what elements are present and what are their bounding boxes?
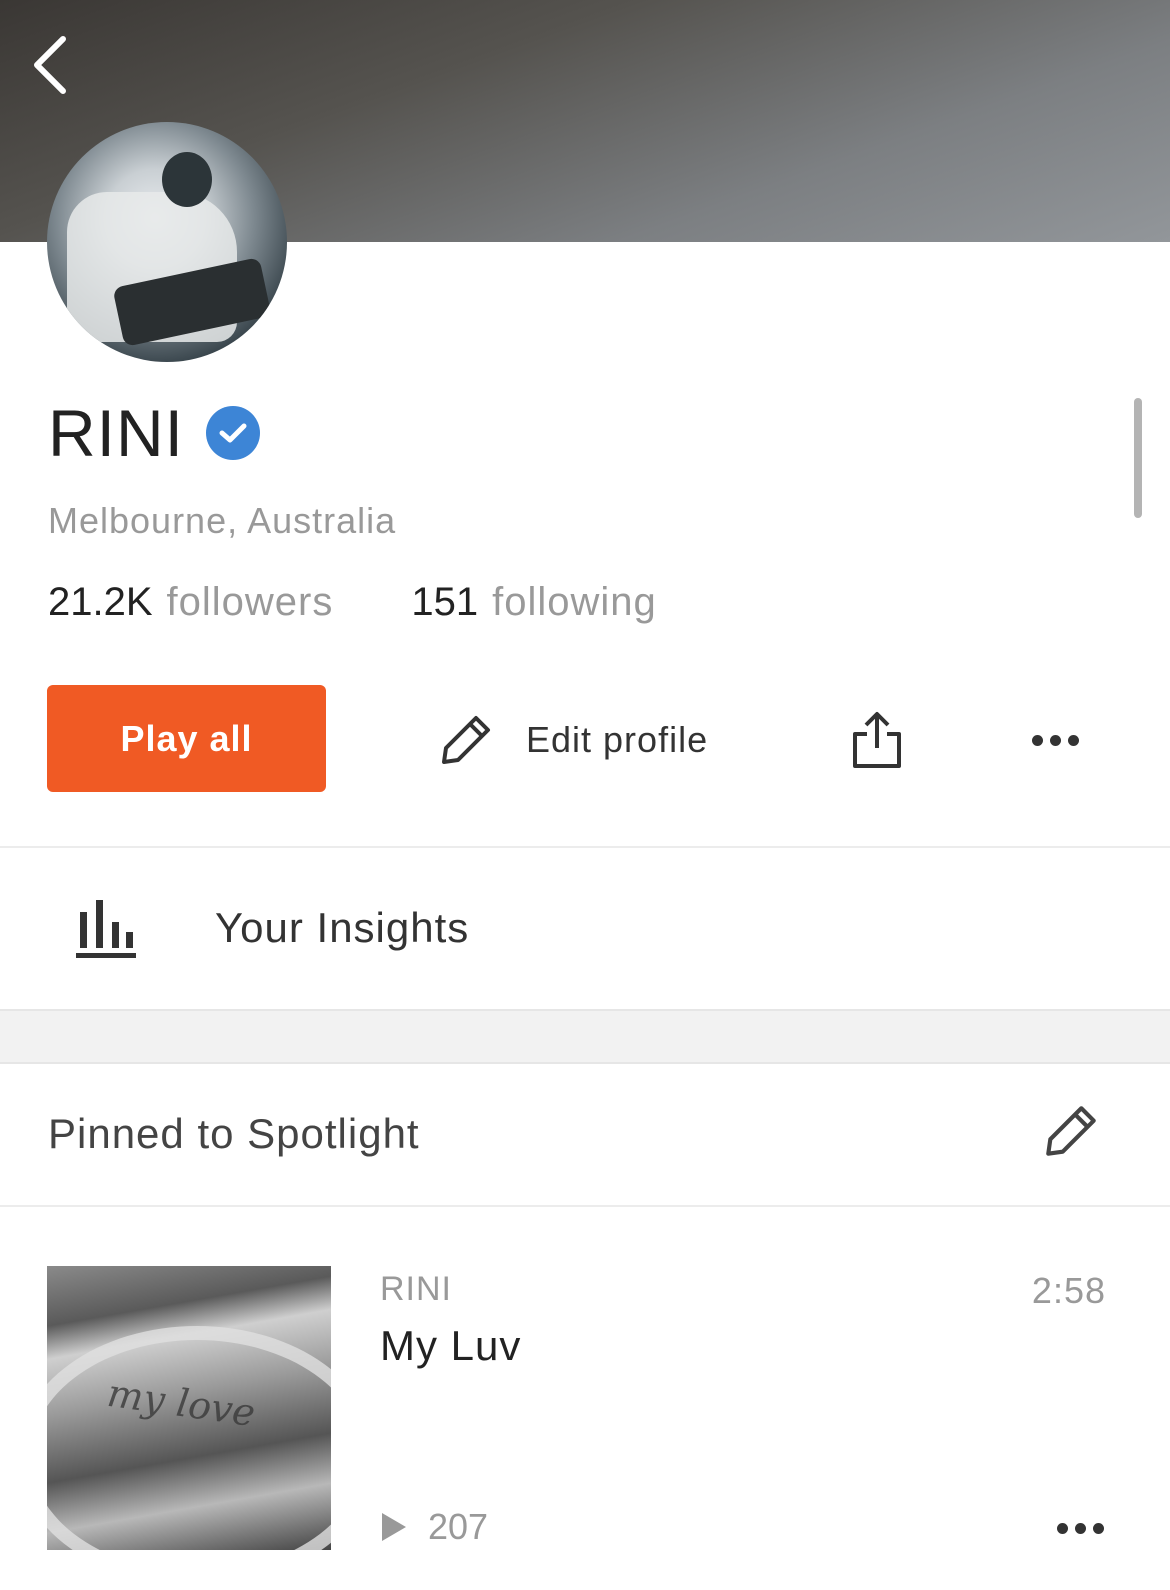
pencil-icon [442,716,490,764]
share-icon [853,712,901,768]
following-count[interactable]: 151 [411,580,478,625]
followers-count[interactable]: 21.2K [48,580,153,625]
your-insights-label: Your Insights [215,904,470,951]
followers-label[interactable]: followers [167,580,334,625]
track-title: My Luv [380,1322,522,1369]
verified-badge-icon [206,406,260,460]
profile-name-row: RINI [48,396,260,470]
profile-name: RINI [48,396,184,470]
track-item[interactable]: my love RINI My Luv 2:58 207 [0,1208,1170,1590]
back-button[interactable] [14,30,84,100]
play-all-button[interactable]: Play all [47,685,326,792]
your-insights-row[interactable]: Your Insights [0,848,1170,1008]
play-icon [382,1513,406,1541]
chevron-left-icon [34,36,66,94]
play-count-value: 207 [428,1506,489,1547]
track-more-button[interactable] [1045,1508,1115,1548]
edit-profile-label: Edit profile [526,719,709,760]
section-separator [0,1009,1170,1064]
track-duration: 2:58 [1031,1270,1106,1311]
track-play-count: 207 [382,1506,488,1548]
track-artist: RINI [380,1270,452,1308]
more-icon [1056,1522,1104,1534]
following-label[interactable]: following [492,580,657,625]
share-button[interactable] [842,700,912,780]
spotlight-title: Pinned to Spotlight [48,1110,420,1157]
scrollbar[interactable] [1134,398,1142,518]
more-icon [1031,734,1079,746]
profile-stats: 21.2K followers 151 following [48,580,657,625]
bar-chart-icon [76,900,136,958]
more-options-button[interactable] [1020,715,1090,765]
avatar[interactable] [47,122,287,362]
edit-spotlight-button[interactable] [1040,1100,1106,1166]
track-artwork[interactable]: my love [47,1266,331,1550]
profile-location: Melbourne, Australia [48,500,397,541]
edit-profile-button[interactable]: Edit profile [436,700,708,780]
divider [0,1205,1170,1207]
pencil-icon [1046,1106,1096,1156]
